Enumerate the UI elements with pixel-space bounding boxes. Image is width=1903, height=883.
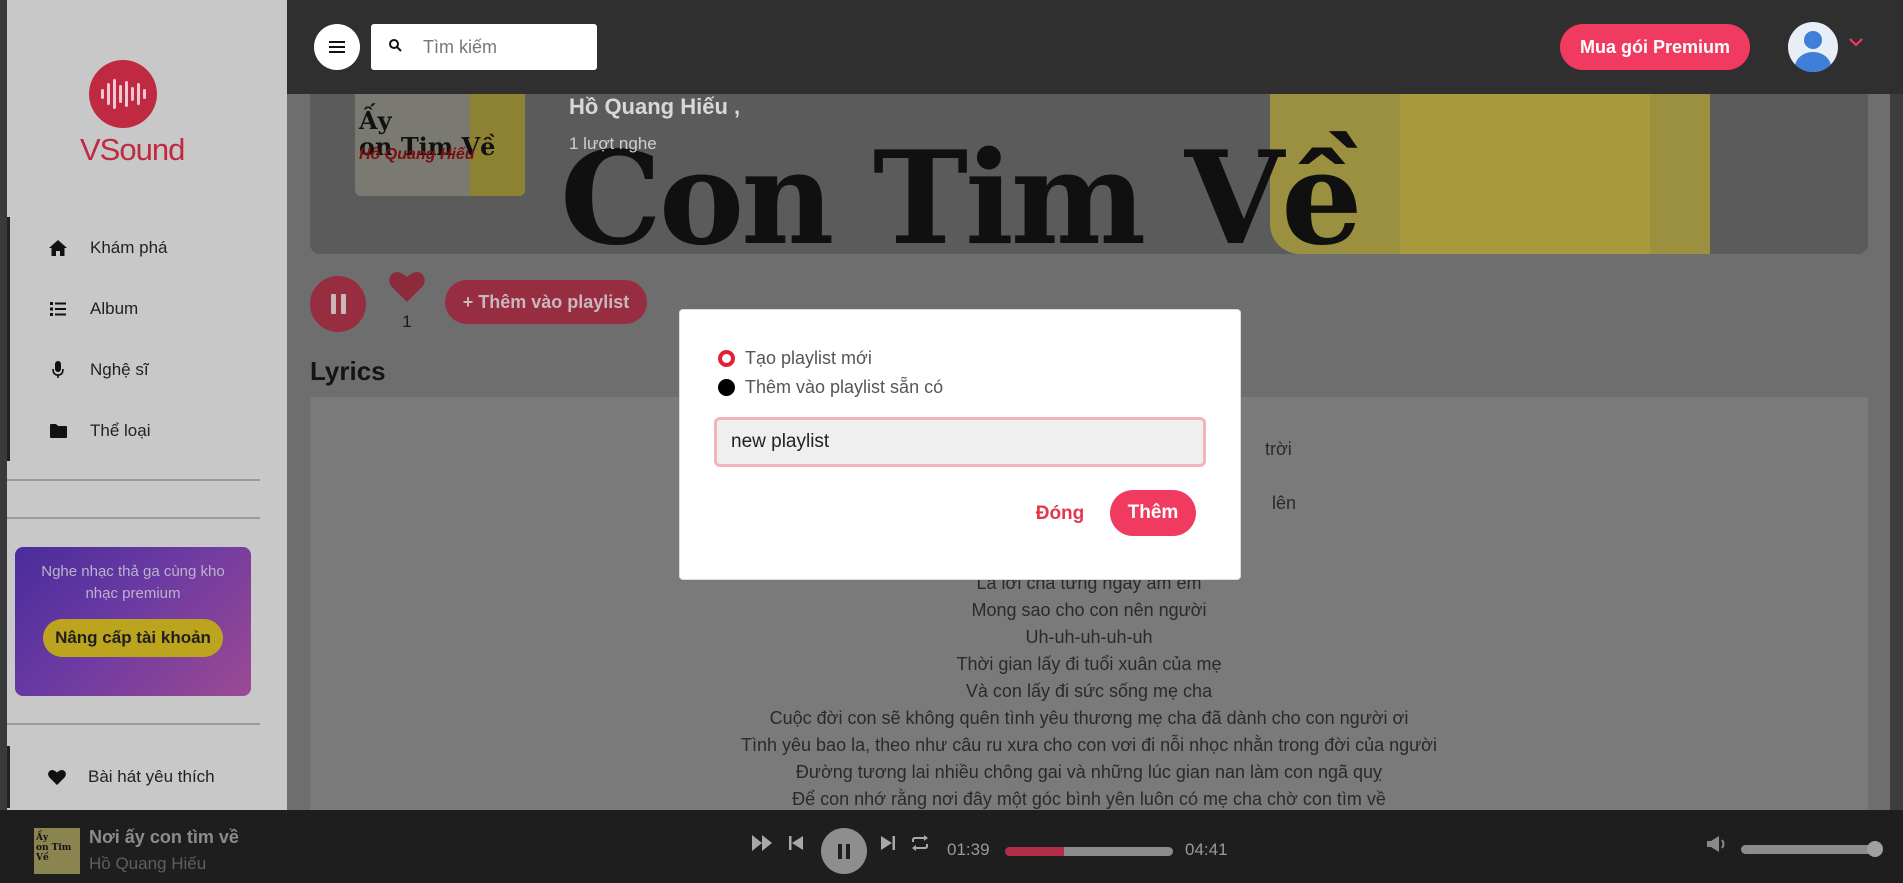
lyric-fragment: lên [1272,493,1297,513]
sidebar-item-the-loai[interactable]: Thể loại [10,400,287,461]
lyric-line: Mong sao cho con nên người [971,600,1207,620]
sound-wave-icon [89,60,157,128]
song-banner: Con Tim Về Ấy on Tim Về Hồ Quang Hiếu Hồ… [310,94,1868,254]
progress-fill [1005,847,1064,856]
sidebar-item-kham-pha[interactable]: Khám phá [10,217,287,278]
playlist-name-input[interactable] [714,417,1206,467]
premium-promo: Nghe nhạc thả ga cùng kho nhạc premium N… [15,547,251,696]
heart-icon [48,769,66,785]
option-new-playlist[interactable]: Tạo playlist mới [718,348,872,369]
now-playing-title[interactable]: Nơi ấy con tìm về [89,827,239,848]
option-existing-playlist[interactable]: Thêm vào playlist sẵn có [718,377,943,398]
promo-text: Nghe nhạc thả ga cùng kho nhạc premium [41,563,225,602]
buy-premium-button[interactable]: Mua gói Premium [1560,24,1750,70]
sidebar-item-label: Nghệ sĩ [90,359,149,379]
lyric-line: Uh-uh-uh-uh-uh [1025,627,1153,647]
sidebar-nav: Khám phá Album Nghệ sĩ Thể loại [7,217,287,461]
home-icon [46,238,70,258]
repeat-icon[interactable] [910,834,930,857]
microphone-icon [46,360,70,380]
folder-icon [46,421,70,441]
scroll-gutter [1890,94,1903,810]
sidebar-item-album[interactable]: Album [10,278,287,339]
sidebar-item-label: Album [90,298,139,318]
lyric-line: Thời gian lấy đi tuổi xuân của mẹ [956,654,1222,674]
option-label: Thêm vào playlist sẵn có [745,377,944,397]
add-to-playlist-dialog: Tạo playlist mới Thêm vào playlist sẵn c… [680,310,1240,579]
lyric-line: Và con lấy đi sức sống mẹ cha [965,681,1213,701]
search-icon [389,39,423,55]
volume-knob[interactable] [1867,841,1883,857]
cover-artist: Hồ Quang Hiếu [359,146,475,163]
logo[interactable]: VSound [80,60,185,168]
previous-icon[interactable] [789,834,803,857]
radio-selected-icon[interactable] [718,350,735,367]
upgrade-account-button[interactable]: Nâng cấp tài khoản [43,619,223,657]
search-input[interactable] [423,36,583,58]
heart-icon [387,270,427,308]
sidebar-item-label: Thể loại [90,420,151,440]
add-to-playlist-button[interactable]: + Thêm vào playlist [445,280,647,324]
duration: 04:41 [1185,840,1228,859]
chevron-down-icon[interactable] [1849,32,1863,53]
user-body [1795,52,1831,72]
top-header: Mua gói Premium [287,0,1903,94]
now-playing-artist[interactable]: Hồ Quang Hiếu [89,854,206,874]
favorites-label: Bài hát yêu thích [88,767,215,786]
logo-text: VSound [80,132,185,167]
banner-title: Con Tim Về [560,124,1362,254]
sidebar: VSound Khám phá Album Nghệ sĩ Thể loại N… [0,0,287,883]
menu-button[interactable] [314,24,360,70]
close-button[interactable]: Đóng [1020,492,1100,536]
avatar[interactable] [1788,22,1838,72]
song-artist[interactable]: Hồ Quang Hiếu , [569,94,740,120]
user-head [1804,31,1822,49]
add-button[interactable]: Thêm [1110,490,1196,536]
thumbnail-title: Ấy on Tim Về [36,833,72,863]
lyric-line: Tình yêu bao la, theo như câu ru xưa cho… [741,735,1437,755]
sidebar-edge [0,0,7,883]
divider [7,723,260,725]
sidebar-item-favorites[interactable]: Bài hát yêu thích [7,746,287,808]
option-label: Tạo playlist mới [745,348,872,368]
song-cover: Ấy on Tim Về Hồ Quang Hiếu [355,94,525,196]
lyric-line: Cuộc đời con sẽ không quên tình yêu thươ… [769,708,1409,728]
hamburger-icon [329,41,345,53]
now-playing-thumbnail: Ấy on Tim Về [34,828,80,874]
progress-bar[interactable] [1005,847,1173,856]
play-pause-button[interactable] [821,828,867,874]
search-box [371,24,597,70]
player-bar: Ấy on Tim Về Nơi ấy con tìm về Hồ Quang … [0,810,1903,883]
divider [7,517,260,519]
listen-count: 1 lượt nghe [569,134,657,153]
lyric-line: Đường tương lai nhiều chông gai và những… [795,762,1383,782]
divider [7,479,260,481]
next-icon[interactable] [881,834,895,857]
fast-forward-icon[interactable] [752,834,774,857]
sidebar-item-nghe-si[interactable]: Nghệ sĩ [10,339,287,400]
radio-unselected-icon[interactable] [718,379,735,396]
volume-icon[interactable] [1707,835,1727,859]
current-time: 01:39 [947,840,990,859]
like-button[interactable]: 1 [387,270,427,332]
lyrics-heading: Lyrics [310,356,386,386]
lyric-line: Để con nhớ rằng nơi đây một góc bình yên… [792,789,1386,809]
list-icon [46,299,70,319]
like-count: 1 [402,312,412,331]
pause-button[interactable] [310,276,366,332]
lyric-fragment: trời [1265,439,1292,459]
sidebar-item-label: Khám phá [90,237,168,257]
volume-slider[interactable] [1741,841,1883,857]
